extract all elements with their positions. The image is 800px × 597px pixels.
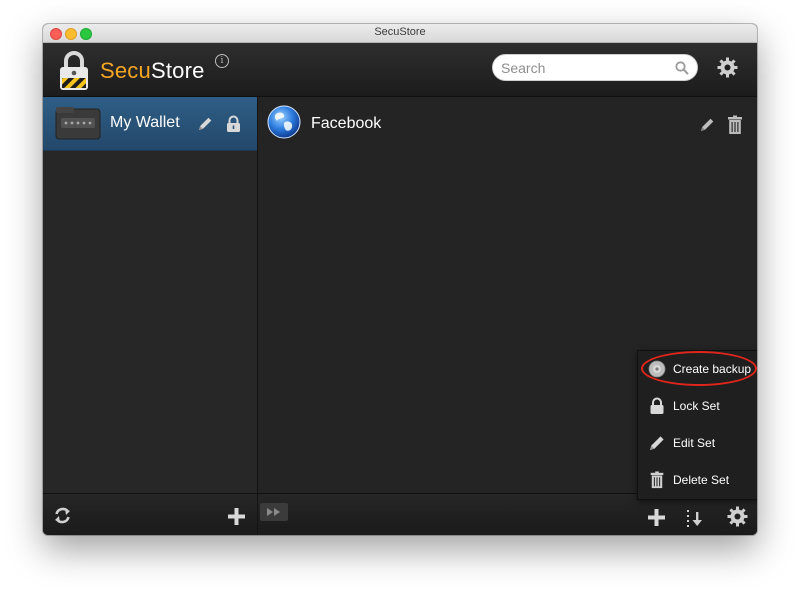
padlock-logo-icon	[60, 51, 88, 90]
app-name: SecuStore	[100, 58, 205, 84]
settings-gear-icon[interactable]	[717, 57, 738, 78]
menu-item-edit-set[interactable]: Edit Set	[638, 425, 757, 462]
sort-icon[interactable]	[684, 508, 704, 528]
pencil-icon[interactable]	[698, 116, 716, 134]
menu-item-label: Delete Set	[673, 473, 730, 487]
menu-item-delete-set[interactable]: Delete Set	[638, 462, 757, 499]
app-name-accent: Secu	[100, 58, 151, 83]
app-name-rest: Store	[150, 58, 205, 83]
pencil-icon[interactable]	[196, 115, 214, 133]
add-wallet-icon[interactable]	[228, 508, 245, 525]
menu-item-label: Lock Set	[673, 399, 720, 413]
menu-item-label: Edit Set	[673, 436, 716, 450]
entry-label: Facebook	[311, 115, 382, 132]
menu-item-lock-set[interactable]: Lock Set	[638, 388, 757, 425]
search-box	[492, 54, 698, 81]
forward-button[interactable]	[260, 503, 288, 521]
highlight-annotation	[641, 351, 757, 386]
lock-icon[interactable]	[225, 115, 242, 133]
search-input[interactable]	[501, 59, 671, 77]
trash-icon	[650, 471, 664, 489]
wallet-item-my-wallet[interactable]: My Wallet	[43, 97, 257, 151]
wallet-toolbar	[43, 493, 258, 535]
window-title: SecuStore	[374, 26, 426, 38]
search-icon[interactable]	[675, 61, 689, 75]
app-window: SecuStore SecuStore i Search My Wallet F…	[43, 24, 757, 535]
set-options-gear-icon[interactable]	[727, 506, 748, 527]
app-header: SecuStore i	[43, 43, 757, 97]
info-icon[interactable]: i	[215, 54, 229, 68]
lock-icon	[650, 397, 664, 414]
title-bar: SecuStore	[43, 24, 757, 43]
pencil-icon	[650, 436, 664, 450]
entry-item-facebook[interactable]: Facebook	[258, 97, 757, 151]
sync-icon[interactable]	[53, 506, 72, 525]
wallet-icon	[55, 107, 101, 140]
add-entry-icon[interactable]	[648, 509, 665, 526]
wallet-list: My Wallet	[43, 97, 258, 493]
trash-icon[interactable]	[727, 115, 743, 135]
wallet-label: My Wallet	[110, 114, 180, 131]
globe-icon	[267, 105, 301, 139]
forward-icon	[267, 508, 280, 516]
